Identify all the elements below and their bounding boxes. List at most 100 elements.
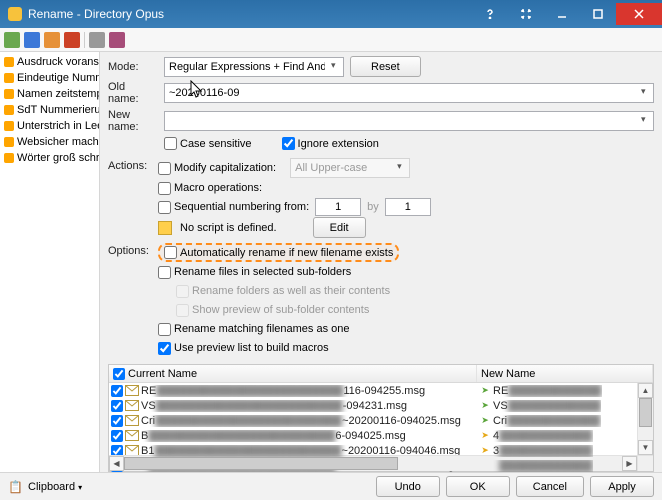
edit-script-button[interactable]: Edit [313,217,366,238]
preset-icon [4,73,14,83]
table-row[interactable]: VS████████████████████████-094231.msgVS█… [109,398,637,413]
toolbar-icon-6[interactable] [109,32,125,48]
table-row[interactable]: B████████████████████████6-094025.msg4██… [109,428,637,443]
modify-cap-checkbox[interactable]: Modify capitalization: [158,162,276,175]
sidebar-item[interactable]: Wörter groß schreiben [0,150,99,166]
title-bar: Rename - Directory Opus [0,0,662,28]
sidebar-item-label: SdT Nummerierung [17,103,99,117]
table-row[interactable]: RE████████████████████████116-094255.msg… [109,383,637,398]
scroll-right-icon[interactable]: ▶ [622,456,637,471]
sidebar-item[interactable]: SdT Nummerierung [0,102,99,118]
old-name-input[interactable] [164,83,654,103]
toolbar-icon-1[interactable] [4,32,20,48]
row-checkbox[interactable] [111,430,123,442]
sidebar-item[interactable]: Unterstrich in Leerzeic… [0,118,99,134]
matching-one-checkbox[interactable]: Rename matching filenames as one [158,323,349,336]
checkbox-label: Rename folders as well as their contents [192,285,390,297]
scroll-left-icon[interactable]: ◀ [109,456,124,471]
sidebar-item-label: Eindeutige Nummern [17,71,99,85]
mail-icon [125,430,139,441]
case-sensitive-checkbox[interactable]: Case sensitive [164,137,252,150]
dialog-footer: Clipboard ▾ Undo OK Cancel Apply [0,472,662,500]
use-preview-checkbox[interactable]: Use preview list to build macros [158,342,329,355]
checkbox-label: Sequential numbering from: [174,201,309,213]
sidebar-item[interactable]: Eindeutige Nummern [0,70,99,86]
new-name-label: New name: [108,109,158,133]
column-current-name[interactable]: Current Name [109,365,477,382]
scroll-down-icon[interactable]: ▼ [638,440,653,455]
new-name-text: VS████████████ [493,400,601,412]
current-name-text: RE████████████████████████116-094255.msg [141,385,425,397]
toolbar-icon-2[interactable] [24,32,40,48]
toolbar-separator [84,32,85,48]
maximize-button[interactable] [580,3,616,25]
current-name-text: Cri████████████████████████~20200116-094… [141,415,461,427]
checkbox-label: Ignore extension [298,138,379,150]
horizontal-scrollbar[interactable]: ◀ ▶ [109,455,653,471]
seq-numbering-checkbox[interactable]: Sequential numbering from: [158,201,309,214]
rename-arrow-icon [479,430,491,441]
scroll-up-icon[interactable]: ▲ [638,383,653,398]
toolbar-icon-3[interactable] [44,32,60,48]
rename-arrow-icon [479,415,491,426]
current-name-text: B████████████████████████6-094025.msg [141,430,406,442]
seq-from-input[interactable] [315,198,361,216]
sidebar-item-label: Ausdruck voranstellen [17,55,99,69]
clipboard-menu[interactable]: Clipboard ▾ [28,481,82,493]
rename-arrow-icon [479,400,491,411]
preset-icon [4,121,14,131]
column-new-name[interactable]: New Name [477,365,653,382]
sidebar-item-label: Websicher machen [17,135,99,149]
row-checkbox[interactable] [111,400,123,412]
script-icon [158,221,172,235]
minimize-button[interactable] [544,3,580,25]
new-name-input[interactable] [164,111,654,131]
close-button[interactable] [616,3,662,25]
capitalization-combo[interactable] [290,158,410,178]
toolbar-icon-4[interactable] [64,32,80,48]
ignore-extension-checkbox[interactable]: Ignore extension [282,137,379,150]
file-preview-list: Current Name New Name RE████████████████… [108,364,654,472]
scroll-thumb[interactable] [639,398,652,427]
checkbox-label: Case sensitive [180,138,252,150]
toolbar-icon-5[interactable] [89,32,105,48]
mail-icon [125,385,139,396]
scroll-thumb[interactable] [124,457,398,470]
checkbox-label: Automatically rename if new filename exi… [180,247,393,259]
sidebar-item[interactable]: Ausdruck voranstellen [0,54,99,70]
options-label: Options: [108,243,158,358]
macro-ops-checkbox[interactable]: Macro operations: [158,182,262,195]
rename-arrow-icon [479,385,491,396]
auto-rename-checkbox[interactable]: Automatically rename if new filename exi… [164,246,393,259]
vertical-scrollbar[interactable]: ▲ ▼ [637,383,653,455]
preset-icon [4,137,14,147]
checkbox-label: Modify capitalization: [174,162,276,174]
sidebar-item[interactable]: Namen zeitstempeln [0,86,99,102]
reset-button[interactable]: Reset [350,56,421,77]
row-checkbox[interactable] [111,415,123,427]
script-status-text: No script is defined. [180,222,277,234]
cancel-button[interactable]: Cancel [516,476,584,497]
table-row[interactable]: Cri████████████████████████~20200116-094… [109,413,637,428]
app-icon [8,7,22,21]
chevron-down-icon: ▾ [78,483,82,492]
sidebar-item-label: Unterstrich in Leerzeic… [17,119,99,133]
rename-folders-checkbox[interactable]: Rename folders as well as their contents [176,285,390,298]
scrollbar-corner [637,456,653,471]
by-label: by [367,201,379,213]
row-checkbox[interactable] [111,385,123,397]
undo-button[interactable]: Undo [376,476,440,497]
help-button[interactable] [472,3,508,25]
mode-combo[interactable] [164,57,344,77]
sidebar-item[interactable]: Websicher machen [0,134,99,150]
expand-button[interactable] [508,3,544,25]
show-preview-checkbox[interactable]: Show preview of sub-folder contents [176,304,369,317]
checkbox-label: Use preview list to build macros [174,342,329,354]
ok-button[interactable]: OK [446,476,510,497]
preset-icon [4,57,14,67]
preset-sidebar: Ausdruck voranstellen Eindeutige Nummern… [0,52,100,472]
seq-step-input[interactable] [385,198,431,216]
apply-button[interactable]: Apply [590,476,654,497]
mail-icon [125,400,139,411]
rename-selected-checkbox[interactable]: Rename files in selected sub-folders [158,266,351,279]
